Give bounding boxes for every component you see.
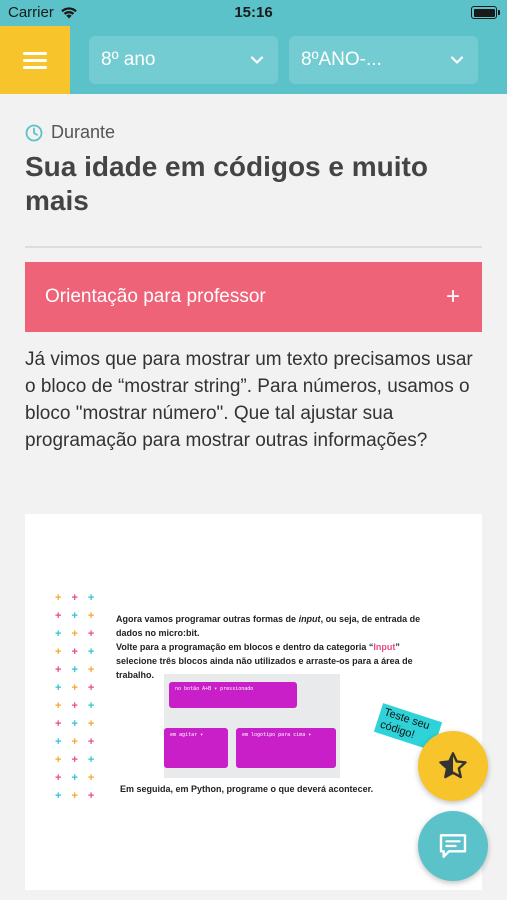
chat-bubble-icon <box>439 834 467 858</box>
plus-mark: + <box>55 664 62 676</box>
grade-select-value: 8º ano <box>101 49 156 70</box>
hamburger-menu-icon <box>23 48 47 73</box>
plus-mark: + <box>55 772 62 784</box>
plus-mark: + <box>55 610 62 622</box>
plus-mark: + <box>71 592 78 604</box>
teacher-guidance-accordion[interactable]: Orientação para professor + <box>25 262 482 332</box>
plus-mark: + <box>71 682 78 694</box>
plus-mark: + <box>71 790 78 802</box>
clock-time: 15:16 <box>234 4 273 21</box>
code-block-logo-up: em logotipo para cima ▾ <box>236 728 336 768</box>
plus-mark: + <box>71 772 78 784</box>
plus-row: + + + <box>55 682 115 700</box>
slide-footer-text: Em seguida, em Python, programe o que de… <box>120 784 374 794</box>
chevron-down-icon <box>450 56 464 64</box>
plus-row: + + + <box>55 754 115 772</box>
plus-mark: + <box>71 736 78 748</box>
lesson-phase-label: Durante <box>51 122 116 142</box>
slide-text-segment: Volte para a programação em blocos e den… <box>116 642 374 652</box>
lesson-phase: Durante <box>25 122 115 143</box>
slide-text-segment: input <box>298 614 321 624</box>
plus-mark: + <box>71 628 78 640</box>
plus-mark: + <box>71 610 78 622</box>
favorite-button[interactable] <box>418 731 488 801</box>
plus-mark: + <box>87 628 95 640</box>
plus-mark: + <box>87 592 95 604</box>
plus-mark: + <box>55 754 62 766</box>
plus-mark: + <box>87 736 95 748</box>
code-block-shake: em agitar ▾ <box>164 728 228 768</box>
plus-row: + + + <box>55 718 115 736</box>
star-icon <box>439 752 467 779</box>
plus-row: + + + <box>55 664 115 682</box>
divider <box>25 246 482 248</box>
plus-mark: + <box>71 646 78 658</box>
plus-mark: + <box>55 628 62 640</box>
plus-row: + + + <box>55 736 115 754</box>
plus-mark: + <box>55 700 62 712</box>
plus-mark: + <box>87 700 95 712</box>
lesson-body-text: Já vimos que para mostrar um texto preci… <box>25 349 473 451</box>
plus-mark: + <box>71 700 78 712</box>
slide-instructions: Agora vamos programar outras formas de i… <box>116 612 426 682</box>
plus-row: + + + <box>55 646 115 664</box>
grade-select[interactable]: 8º ano <box>89 36 278 84</box>
class-select[interactable]: 8ºANO-... <box>289 36 478 84</box>
plus-mark: + <box>55 736 62 748</box>
plus-mark: + <box>71 718 78 730</box>
plus-row: + + + <box>55 628 115 646</box>
plus-row: + + + <box>55 772 115 790</box>
app-header: 8º ano 8ºANO-... <box>0 26 507 94</box>
plus-mark: + <box>87 610 95 622</box>
menu-button[interactable] <box>0 26 70 94</box>
battery-icon <box>471 6 500 19</box>
status-bar: Carrier 15:16 <box>0 0 507 26</box>
plus-mark: + <box>87 646 95 658</box>
plus-mark: + <box>87 754 95 766</box>
teacher-guidance-label: Orientação para professor <box>45 286 266 307</box>
clock-icon <box>25 124 43 141</box>
plus-mark: + <box>87 664 95 676</box>
expand-plus-icon: + <box>445 283 460 310</box>
plus-mark: + <box>55 718 62 730</box>
code-block-button-pressed: no botão A+B ▾ pressionado <box>169 682 297 708</box>
plus-mark: + <box>71 664 78 676</box>
plus-mark: + <box>55 592 62 604</box>
plus-mark: + <box>71 754 78 766</box>
decorative-plus-pattern: + + + + + + + + + + + + + + + + + + + + + + + + + + + + + + + + + + + + <box>55 592 115 808</box>
plus-row: + + + <box>55 610 115 628</box>
class-select-value: 8ºANO-... <box>301 49 382 70</box>
code-workspace: no botão A+B ▾ pressionado em agitar ▾ e… <box>164 674 340 778</box>
plus-mark: + <box>55 646 62 658</box>
plus-row: + + + <box>55 700 115 718</box>
chat-button[interactable] <box>418 811 488 881</box>
plus-mark: + <box>55 682 62 694</box>
plus-mark: + <box>87 772 95 784</box>
plus-row: + + + <box>55 592 115 610</box>
lesson-slide-image: + + + + + + + + + + + + + + + + + + + + + + + + + + + + + + + + + + + + Ago… <box>25 514 482 890</box>
slide-text-segment: Input <box>373 642 396 652</box>
slide-text-segment: Agora vamos programar outras formas de <box>116 614 299 624</box>
plus-row: + + + <box>55 790 115 808</box>
lesson-title: Sua idade em códigos e muito mais <box>25 151 428 216</box>
plus-mark: + <box>87 682 95 694</box>
plus-mark: + <box>87 718 95 730</box>
plus-mark: + <box>87 790 95 802</box>
plus-mark: + <box>55 790 62 802</box>
chevron-down-icon <box>250 56 264 64</box>
